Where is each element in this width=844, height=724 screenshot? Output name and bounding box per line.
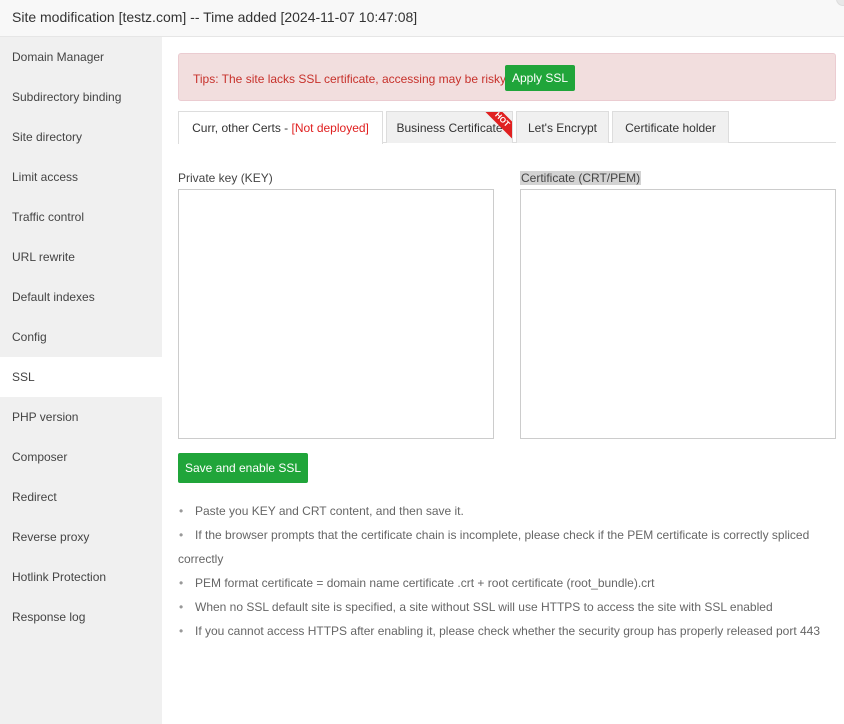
certificate-textarea[interactable]: [520, 189, 836, 439]
tab-business-certificate-label: Business Certificate: [396, 121, 503, 135]
sidebar-item-hotlink-protection[interactable]: Hotlink Protection: [0, 557, 162, 597]
help-note: When no SSL default site is specified, a…: [178, 595, 828, 619]
sidebar-item-default-indexes[interactable]: Default indexes: [0, 277, 162, 317]
help-note: If you cannot access HTTPS after enablin…: [178, 619, 828, 643]
help-note: If the browser prompts that the certific…: [178, 523, 828, 571]
sidebar-item-config[interactable]: Config: [0, 317, 162, 357]
ssl-warning-banner: Tips: The site lacks SSL certificate, ac…: [178, 53, 836, 101]
sidebar-item-composer[interactable]: Composer: [0, 437, 162, 477]
sidebar-item-ssl[interactable]: SSL: [0, 357, 162, 397]
sidebar-item-limit-access[interactable]: Limit access: [0, 157, 162, 197]
certificate-label: Certificate (CRT/PEM): [520, 171, 642, 185]
sidebar: Domain Manager Subdirectory binding Site…: [0, 37, 162, 724]
deploy-status-badge: [Not deployed]: [291, 121, 369, 135]
ssl-panel: Tips: The site lacks SSL certificate, ac…: [162, 37, 844, 724]
sidebar-item-site-directory[interactable]: Site directory: [0, 117, 162, 157]
tab-certificate-holder[interactable]: Certificate holder: [612, 111, 729, 143]
help-note: PEM format certificate = domain name cer…: [178, 571, 828, 595]
ssl-warning-text: Tips: The site lacks SSL certificate, ac…: [193, 72, 509, 86]
sidebar-item-reverse-proxy[interactable]: Reverse proxy: [0, 517, 162, 557]
private-key-label: Private key (KEY): [178, 171, 273, 185]
save-and-enable-ssl-button[interactable]: Save and enable SSL: [178, 453, 308, 483]
sidebar-item-domain-manager[interactable]: Domain Manager: [0, 37, 162, 77]
sidebar-item-url-rewrite[interactable]: URL rewrite: [0, 237, 162, 277]
help-notes: Paste you KEY and CRT content, and then …: [178, 499, 828, 643]
cert-tabs: Curr, other Certs - [Not deployed] Busin…: [178, 111, 836, 144]
apply-ssl-button[interactable]: Apply SSL: [505, 65, 575, 91]
dialog-title-bar: Site modification [testz.com] -- Time ad…: [0, 0, 844, 37]
tab-current-certs-label: Curr, other Certs -: [192, 121, 292, 135]
dialog-title: Site modification [testz.com] -- Time ad…: [12, 9, 418, 25]
sidebar-item-traffic-control[interactable]: Traffic control: [0, 197, 162, 237]
help-note: Paste you KEY and CRT content, and then …: [178, 499, 828, 523]
tab-current-certs[interactable]: Curr, other Certs - [Not deployed]: [178, 111, 383, 144]
close-icon[interactable]: [836, 0, 844, 6]
sidebar-item-php-version[interactable]: PHP version: [0, 397, 162, 437]
sidebar-item-response-log[interactable]: Response log: [0, 597, 162, 637]
tab-business-certificate[interactable]: Business Certificate HOT: [386, 111, 513, 143]
sidebar-item-subdirectory-binding[interactable]: Subdirectory binding: [0, 77, 162, 117]
private-key-textarea[interactable]: [178, 189, 494, 439]
tab-lets-encrypt[interactable]: Let's Encrypt: [516, 111, 609, 143]
sidebar-item-redirect[interactable]: Redirect: [0, 477, 162, 517]
